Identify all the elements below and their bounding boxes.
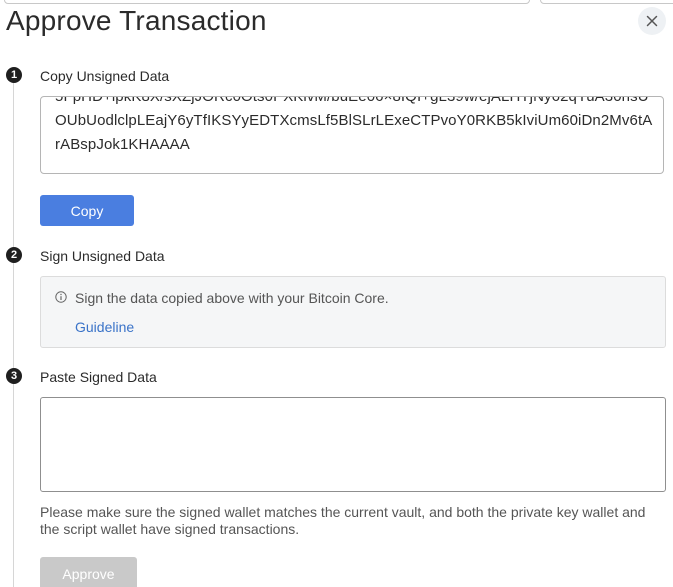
step-3-number: 3 [6,368,22,384]
step-2-label: Sign Unsigned Data [40,248,165,264]
unsigned-data-field[interactable]: 5FpHD+lpkK8X/sXZjJORc0Ots0PXKlvM/buEe06×… [40,96,664,174]
steps-connector [13,80,14,587]
dialog-title: Approve Transaction [6,5,267,36]
step-3-label: Paste Signed Data [40,369,157,385]
unsigned-data-text[interactable]: 5FpHD+lpkK8X/sXZjJORc0Ots0PXKlvM/buEe06×… [55,97,655,157]
signed-data-input[interactable] [40,397,666,492]
approve-button[interactable]: Approve [40,557,137,587]
close-icon [646,15,658,27]
step-1-number: 1 [6,67,22,83]
step-1-label: Copy Unsigned Data [40,68,170,84]
sign-info-box: Sign the data copied above with your Bit… [40,276,666,348]
signing-note: Please make sure the signed wallet match… [40,504,646,537]
sign-info-text: Sign the data copied above with your Bit… [75,290,389,306]
guideline-link[interactable]: Guideline [75,318,134,336]
info-circle-icon [55,291,67,303]
close-button[interactable] [638,7,666,35]
copy-button[interactable]: Copy [40,195,134,226]
approve-transaction-dialog: Approve Transaction 1 Copy Unsigned Data… [0,0,673,587]
step-2-number: 2 [6,247,22,263]
background-input-right [540,0,673,4]
